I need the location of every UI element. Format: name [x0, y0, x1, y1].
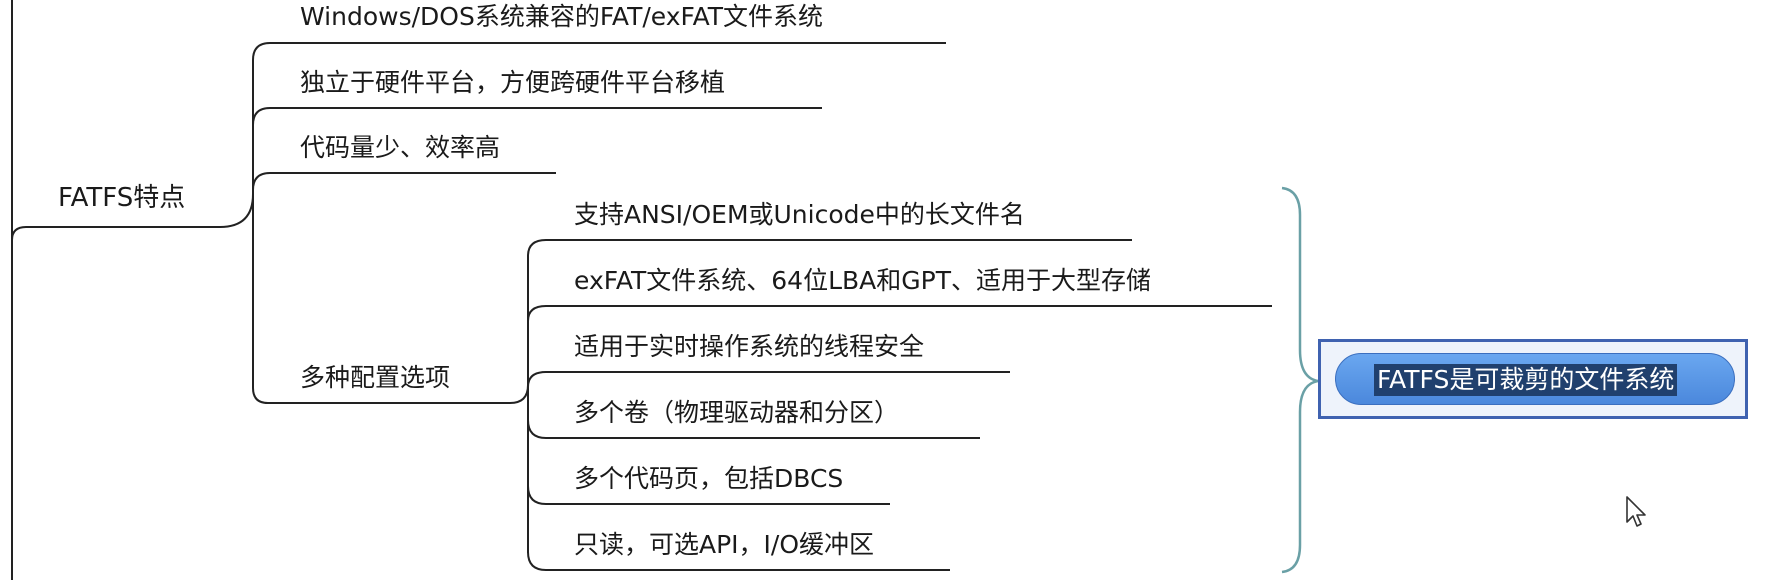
sub-node-2[interactable]: exFAT文件系统、64位LBA和GPT、适用于大型存储	[574, 265, 1151, 297]
sub-node-4[interactable]: 多个卷（物理驱动器和分区）	[574, 397, 899, 429]
sub-node-6[interactable]: 只读，可选API，I/O缓冲区	[574, 529, 874, 561]
sub-node-5[interactable]: 多个代码页，包括DBCS	[574, 463, 843, 495]
branch-node-3[interactable]: 代码量少、效率高	[300, 132, 500, 164]
branch-node-4[interactable]: 多种配置选项	[300, 362, 450, 394]
summary-node[interactable]: FATFS是可裁剪的文件系统	[1335, 353, 1735, 405]
branch-connector-3	[252, 172, 556, 191]
sub-connector-3	[527, 371, 1010, 388]
root-connector	[11, 226, 220, 241]
summary-node-label[interactable]: FATFS是可裁剪的文件系统	[1374, 364, 1678, 396]
summary-brace	[1281, 186, 1319, 574]
branch-connector-2	[252, 107, 822, 126]
sub-node-1[interactable]: 支持ANSI/OEM或Unicode中的长文件名	[574, 199, 1025, 231]
summary-node-selection-frame[interactable]: FATFS是可裁剪的文件系统	[1318, 339, 1748, 419]
sub-connector-2	[527, 305, 1272, 322]
branch-node-2[interactable]: 独立于硬件平台，方便跨硬件平台移植	[300, 67, 725, 99]
branch-node-1[interactable]: Windows/DOS系统兼容的FAT/exFAT文件系统	[300, 1, 823, 33]
mouse-pointer-icon	[1626, 496, 1646, 527]
root-node[interactable]: FATFS特点	[58, 182, 185, 214]
sub-node-3[interactable]: 适用于实时操作系统的线程安全	[574, 331, 924, 363]
